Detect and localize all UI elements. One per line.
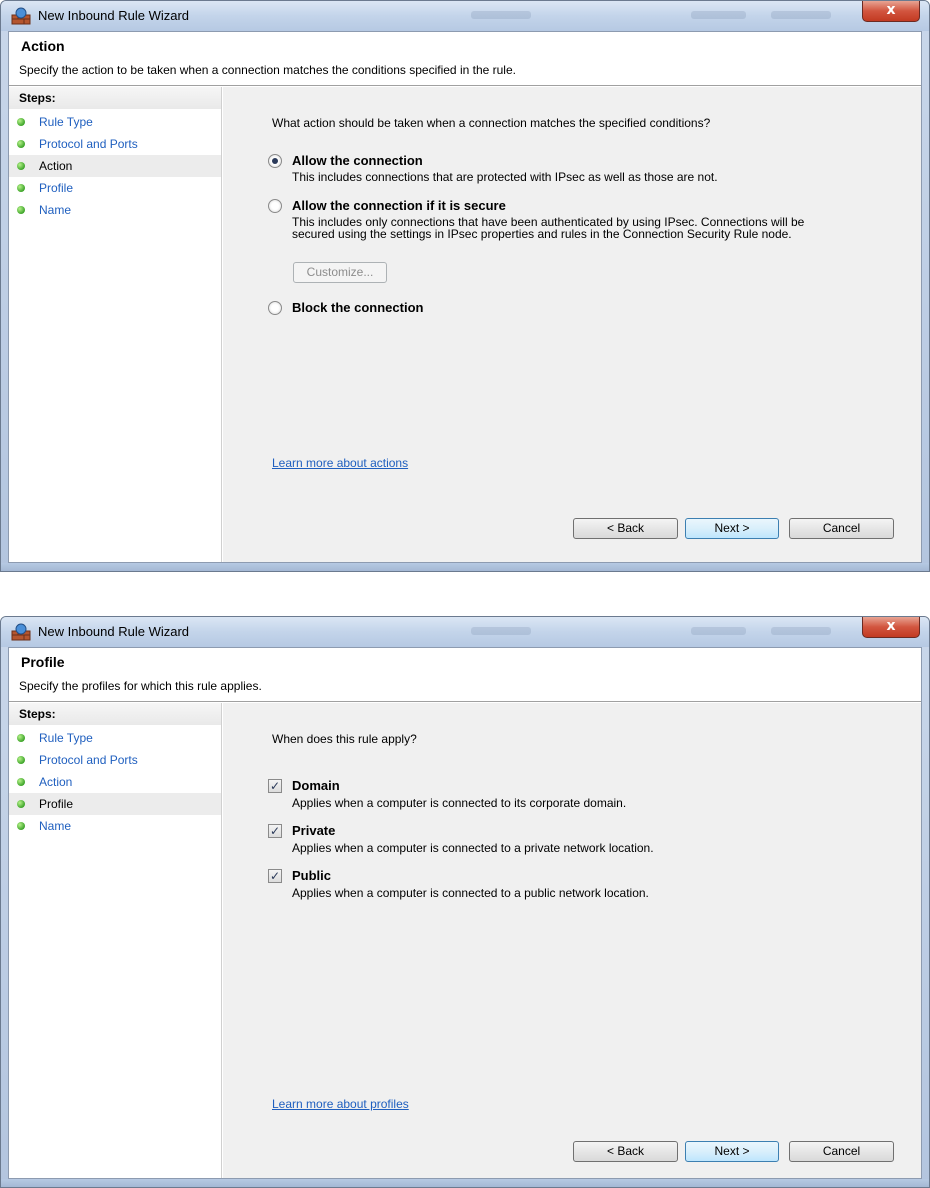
step-profile[interactable]: Profile bbox=[9, 177, 221, 199]
firewall-icon bbox=[11, 623, 31, 641]
step-dot-icon bbox=[17, 206, 25, 214]
step-dot-icon bbox=[17, 162, 25, 170]
option-allow-desc: This includes connections that are prote… bbox=[292, 170, 718, 184]
step-action[interactable]: Action bbox=[9, 155, 221, 177]
step-protocol-and-ports[interactable]: Protocol and Ports bbox=[9, 749, 221, 771]
step-dot-icon bbox=[17, 140, 25, 148]
title-bar[interactable]: New Inbound Rule Wizard x bbox=[1, 1, 929, 31]
page-title: Action bbox=[21, 38, 65, 54]
wizard-header: Profile Specify the profiles for which t… bbox=[9, 648, 921, 702]
step-profile[interactable]: Profile bbox=[9, 793, 221, 815]
learn-more-link[interactable]: Learn more about actions bbox=[272, 456, 408, 470]
option-allow-secure-desc: This includes only connections that have… bbox=[292, 215, 805, 241]
step-dot-icon bbox=[17, 118, 25, 126]
question-text: When does this rule apply? bbox=[272, 732, 417, 746]
checkbox-private[interactable]: ✓ bbox=[268, 824, 282, 838]
background-ghost bbox=[691, 11, 746, 19]
question-text: What action should be taken when a conne… bbox=[272, 116, 711, 130]
close-button[interactable]: x bbox=[862, 1, 920, 22]
wizard-body: Profile Specify the profiles for which t… bbox=[8, 647, 922, 1179]
next-button[interactable]: Next > bbox=[685, 1141, 779, 1162]
step-dot-icon bbox=[17, 184, 25, 192]
steps-panel: Steps: Rule Type Protocol and Ports Acti… bbox=[9, 87, 222, 562]
content-panel: What action should be taken when a conne… bbox=[223, 87, 921, 562]
step-dot-icon bbox=[17, 756, 25, 764]
option-public-title[interactable]: Public bbox=[292, 868, 331, 883]
back-button[interactable]: < Back bbox=[573, 1141, 678, 1162]
step-name[interactable]: Name bbox=[9, 199, 221, 221]
option-domain-title[interactable]: Domain bbox=[292, 778, 340, 793]
radio-block[interactable] bbox=[268, 301, 282, 315]
option-allow-secure-title[interactable]: Allow the connection if it is secure bbox=[292, 198, 506, 213]
background-ghost bbox=[471, 627, 531, 635]
option-private-title[interactable]: Private bbox=[292, 823, 335, 838]
option-private-desc: Applies when a computer is connected to … bbox=[292, 841, 654, 855]
step-rule-type[interactable]: Rule Type bbox=[9, 111, 221, 133]
step-action[interactable]: Action bbox=[9, 771, 221, 793]
background-ghost bbox=[771, 11, 831, 19]
customize-button[interactable]: Customize... bbox=[293, 262, 387, 283]
window-bottom-edge bbox=[1, 1179, 929, 1187]
close-button[interactable]: x bbox=[862, 617, 920, 638]
wizard-window-profile: New Inbound Rule Wizard x Profile Specif… bbox=[0, 616, 930, 1188]
steps-label: Steps: bbox=[9, 703, 221, 725]
steps-label: Steps: bbox=[9, 87, 221, 109]
page-title: Profile bbox=[21, 654, 65, 670]
firewall-icon bbox=[11, 7, 31, 25]
background-ghost bbox=[471, 11, 531, 19]
cancel-button[interactable]: Cancel bbox=[789, 518, 894, 539]
steps-panel: Steps: Rule Type Protocol and Ports Acti… bbox=[9, 703, 222, 1178]
learn-more-link[interactable]: Learn more about profiles bbox=[272, 1097, 409, 1111]
window-title: New Inbound Rule Wizard bbox=[38, 624, 190, 639]
step-rule-type[interactable]: Rule Type bbox=[9, 727, 221, 749]
step-dot-icon bbox=[17, 734, 25, 742]
checkbox-domain[interactable]: ✓ bbox=[268, 779, 282, 793]
title-bar[interactable]: New Inbound Rule Wizard x bbox=[1, 617, 929, 647]
step-dot-icon bbox=[17, 800, 25, 808]
window-bottom-edge bbox=[1, 563, 929, 571]
radio-allow-secure[interactable] bbox=[268, 199, 282, 213]
background-ghost bbox=[771, 627, 831, 635]
option-allow-title[interactable]: Allow the connection bbox=[292, 153, 423, 168]
step-dot-icon bbox=[17, 778, 25, 786]
wizard-header: Action Specify the action to be taken wh… bbox=[9, 32, 921, 86]
checkbox-public[interactable]: ✓ bbox=[268, 869, 282, 883]
step-protocol-and-ports[interactable]: Protocol and Ports bbox=[9, 133, 221, 155]
page-subtitle: Specify the action to be taken when a co… bbox=[19, 63, 516, 77]
wizard-body: Action Specify the action to be taken wh… bbox=[8, 31, 922, 563]
content-panel: When does this rule apply? ✓ Domain Appl… bbox=[223, 703, 921, 1178]
wizard-window-action: New Inbound Rule Wizard x Action Specify… bbox=[0, 0, 930, 572]
option-block-title[interactable]: Block the connection bbox=[292, 300, 423, 315]
next-button[interactable]: Next > bbox=[685, 518, 779, 539]
step-name[interactable]: Name bbox=[9, 815, 221, 837]
page-subtitle: Specify the profiles for which this rule… bbox=[19, 679, 262, 693]
step-dot-icon bbox=[17, 822, 25, 830]
window-title: New Inbound Rule Wizard bbox=[38, 8, 190, 23]
option-public-desc: Applies when a computer is connected to … bbox=[292, 886, 649, 900]
back-button[interactable]: < Back bbox=[573, 518, 678, 539]
radio-allow[interactable] bbox=[268, 154, 282, 168]
option-domain-desc: Applies when a computer is connected to … bbox=[292, 796, 627, 810]
cancel-button[interactable]: Cancel bbox=[789, 1141, 894, 1162]
background-ghost bbox=[691, 627, 746, 635]
